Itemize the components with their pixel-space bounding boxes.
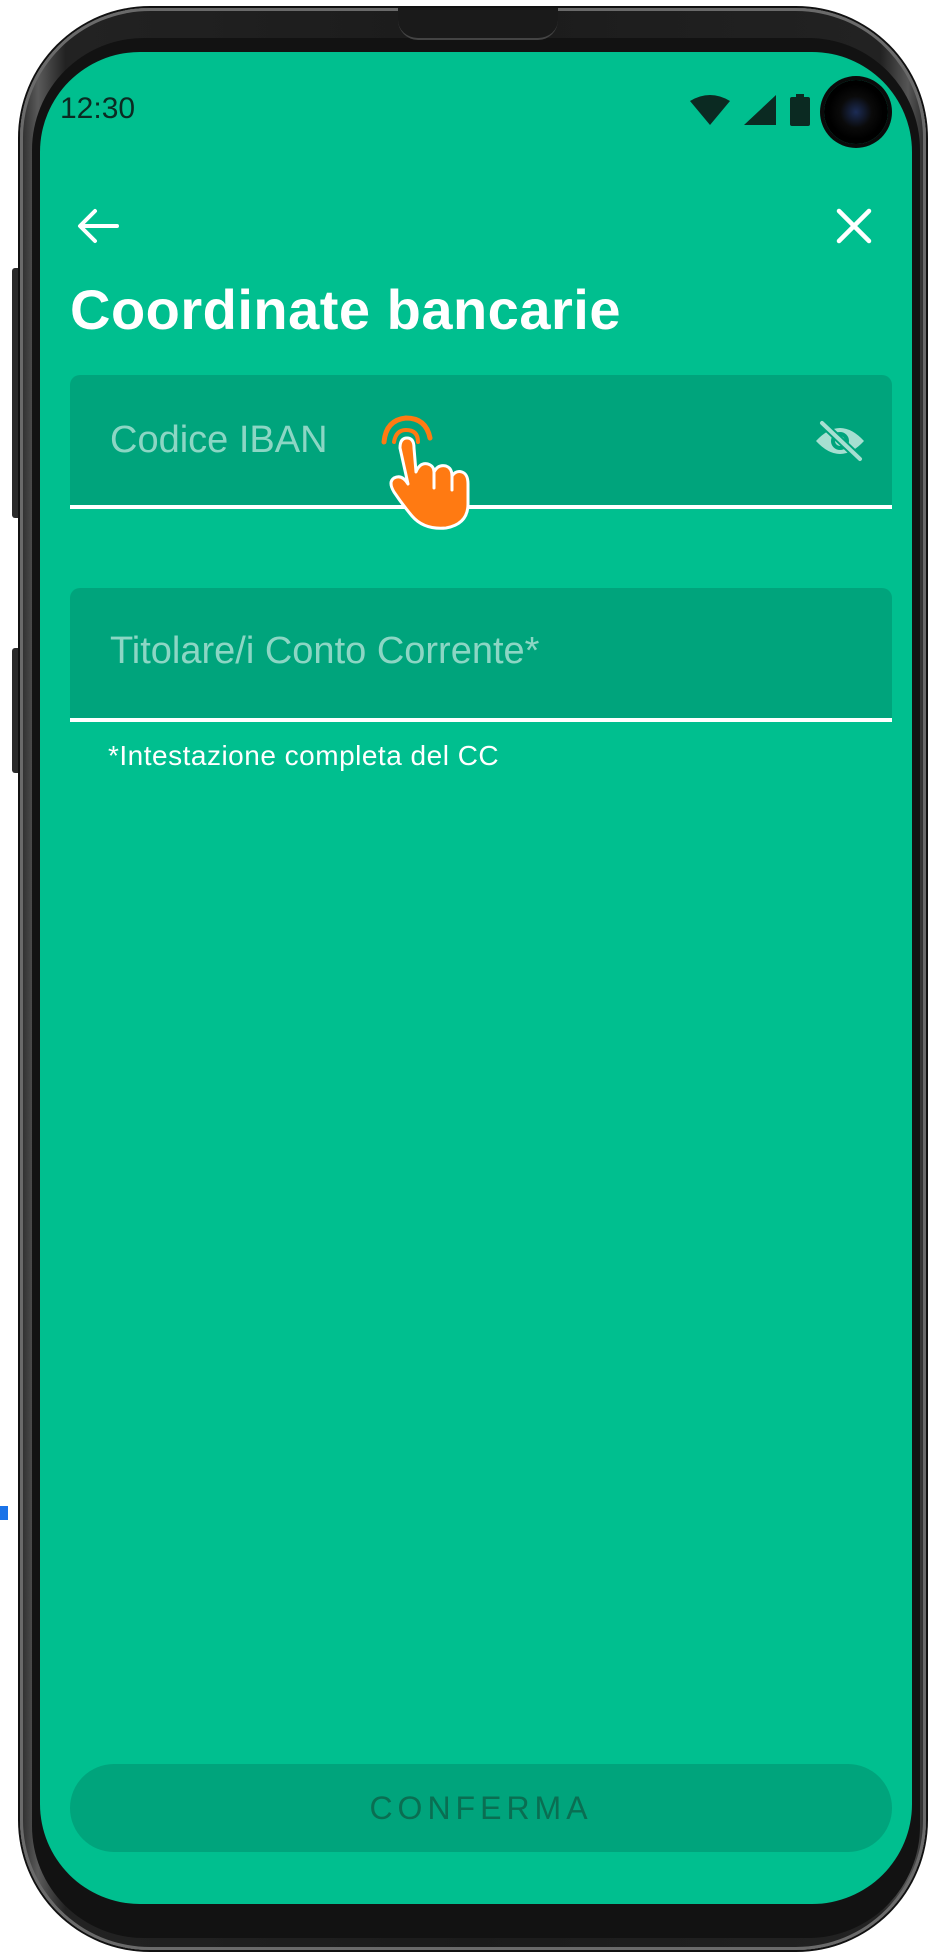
status-time: 12:30	[60, 92, 136, 125]
top-navigation	[40, 190, 912, 262]
back-button[interactable]	[70, 198, 126, 254]
tap-hand-icon	[372, 412, 492, 532]
account-holder-placeholder: Titolare/i Conto Corrente*	[110, 630, 540, 672]
battery-icon	[790, 94, 810, 130]
wifi-icon	[690, 95, 730, 129]
status-icons	[690, 80, 888, 144]
close-icon	[836, 208, 872, 244]
eye-off-icon	[816, 419, 864, 463]
account-holder-helper: *Intestazione completa del CC	[108, 740, 500, 771]
front-camera	[824, 80, 888, 144]
confirm-button[interactable]: CONFERMA	[70, 1764, 892, 1852]
account-holder-field[interactable]: Titolare/i Conto Corrente*	[70, 588, 892, 722]
side-marker	[0, 1506, 8, 1520]
device-mockup: 12:30 Coordinate bancarie Codice IBAN Ti…	[0, 0, 932, 1955]
speaker-grill	[398, 8, 558, 40]
page-title: Coordinate bancarie	[70, 278, 621, 341]
app-screen: 12:30 Coordinate bancarie Codice IBAN Ti…	[40, 52, 912, 1904]
signal-icon	[744, 95, 776, 129]
arrow-left-icon	[78, 209, 119, 243]
confirm-button-label: CONFERMA	[369, 1789, 593, 1826]
iban-placeholder: Codice IBAN	[110, 419, 328, 461]
close-button[interactable]	[826, 198, 882, 254]
toggle-visibility-button[interactable]	[812, 413, 868, 469]
